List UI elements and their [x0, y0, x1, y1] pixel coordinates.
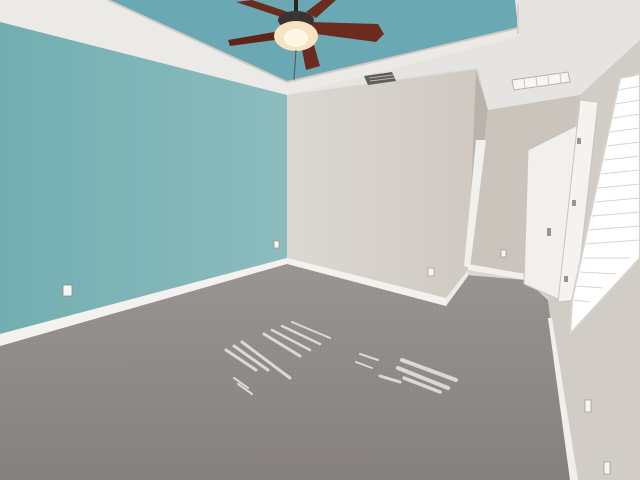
bedroom-photo: [0, 0, 640, 480]
